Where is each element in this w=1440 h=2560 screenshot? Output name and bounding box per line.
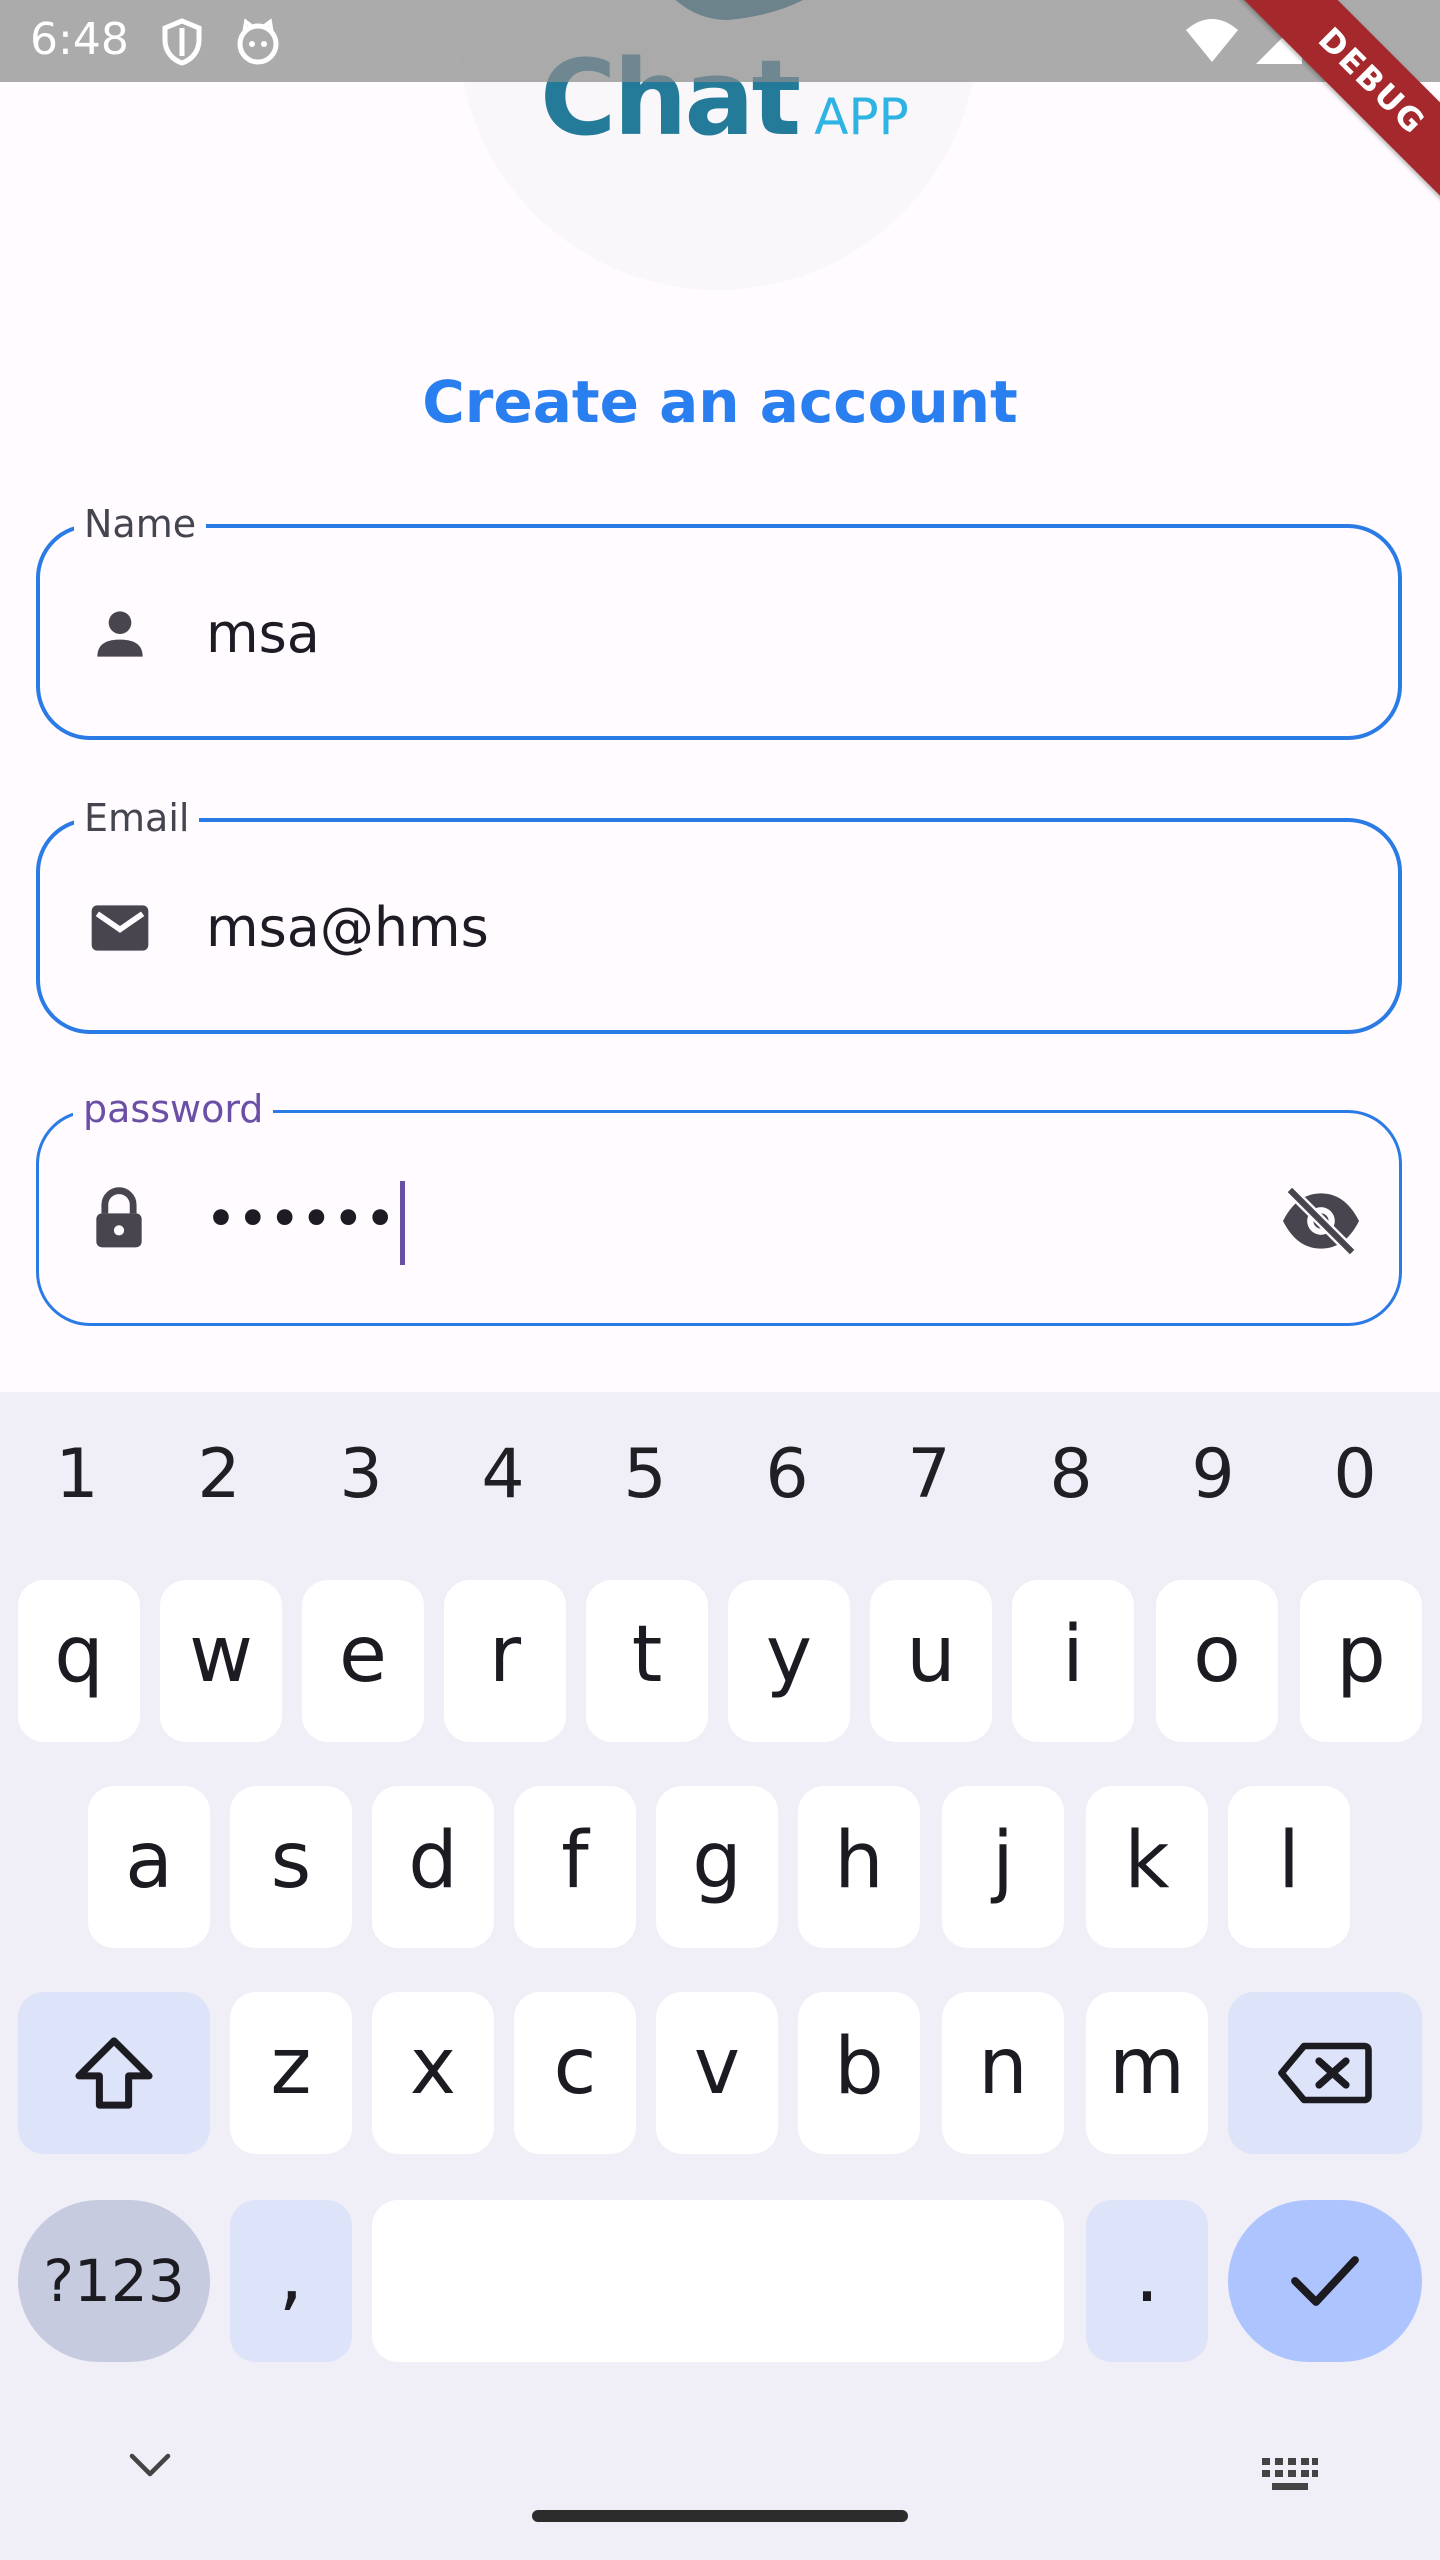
- symbols-key[interactable]: ?123: [18, 2200, 210, 2362]
- key-b[interactable]: b: [798, 1992, 920, 2154]
- key-i[interactable]: i: [1012, 1580, 1134, 1742]
- key-8[interactable]: 8: [1000, 1430, 1142, 1520]
- key-x[interactable]: x: [372, 1992, 494, 2154]
- key-a[interactable]: a: [88, 1786, 210, 1948]
- person-icon: [97, 611, 143, 657]
- key-w[interactable]: w: [160, 1580, 282, 1742]
- key-t[interactable]: t: [586, 1580, 708, 1742]
- key-c[interactable]: c: [514, 1992, 636, 2154]
- name-input[interactable]: msa: [206, 596, 320, 672]
- shield-icon: [162, 18, 202, 66]
- key-p[interactable]: p: [1300, 1580, 1422, 1742]
- name-field[interactable]: Name msa: [36, 498, 1402, 740]
- key-e[interactable]: e: [302, 1580, 424, 1742]
- key-1[interactable]: 1: [6, 1430, 148, 1520]
- shift-icon: [75, 2037, 153, 2109]
- key-7[interactable]: 7: [858, 1430, 1000, 1520]
- email-field[interactable]: Email msa@hms: [36, 792, 1402, 1034]
- cat-icon: [237, 18, 279, 65]
- backspace-key[interactable]: [1228, 1992, 1422, 2154]
- password-field[interactable]: password ••••••: [36, 1083, 1402, 1326]
- key-z[interactable]: z: [230, 1992, 352, 2154]
- key-4[interactable]: 4: [432, 1430, 574, 1520]
- key-v[interactable]: v: [656, 1992, 778, 2154]
- debug-banner: DEBUG: [1221, 0, 1440, 220]
- key-h[interactable]: h: [798, 1786, 920, 1948]
- eye-off-icon[interactable]: [1279, 1183, 1363, 1259]
- key-k[interactable]: k: [1086, 1786, 1208, 1948]
- key-o[interactable]: o: [1156, 1580, 1278, 1742]
- key-9[interactable]: 9: [1142, 1430, 1284, 1520]
- backspace-icon: [1278, 2042, 1372, 2104]
- page-title: Create an account: [422, 368, 1018, 436]
- key-f[interactable]: f: [514, 1786, 636, 1948]
- done-key[interactable]: [1228, 2200, 1422, 2362]
- key-q[interactable]: q: [18, 1580, 140, 1742]
- number-row: 1 2 3 4 5 6 7 8 9 0: [0, 1430, 1440, 1520]
- name-field-label: Name: [74, 498, 207, 550]
- key-g[interactable]: g: [656, 1786, 778, 1948]
- key-m[interactable]: m: [1086, 1992, 1208, 2154]
- lock-icon: [96, 1187, 142, 1248]
- key-d[interactable]: d: [372, 1786, 494, 1948]
- keyboard-icon[interactable]: [1260, 2456, 1320, 2494]
- key-j[interactable]: j: [942, 1786, 1064, 1948]
- space-key[interactable]: [372, 2200, 1064, 2362]
- key-r[interactable]: r: [444, 1580, 566, 1742]
- key-u[interactable]: u: [870, 1580, 992, 1742]
- mail-icon: [91, 905, 149, 951]
- key-3[interactable]: 3: [290, 1430, 432, 1520]
- key-5[interactable]: 5: [574, 1430, 716, 1520]
- soft-keyboard: 1 2 3 4 5 6 7 8 9 0 q w e r t y u i o p …: [0, 1392, 1440, 2560]
- shift-key[interactable]: [18, 1992, 210, 2154]
- key-6[interactable]: 6: [716, 1430, 858, 1520]
- key-n[interactable]: n: [942, 1992, 1064, 2154]
- password-field-label: password: [73, 1083, 274, 1135]
- period-key[interactable]: .: [1086, 2200, 1208, 2362]
- debug-banner-container: DEBUG: [1220, 0, 1440, 220]
- logo-app-text: APP: [814, 88, 909, 146]
- key-0[interactable]: 0: [1284, 1430, 1426, 1520]
- email-field-label: Email: [74, 792, 200, 844]
- key-y[interactable]: y: [728, 1580, 850, 1742]
- email-input[interactable]: msa@hms: [206, 890, 489, 966]
- password-input[interactable]: ••••••: [205, 1181, 406, 1265]
- key-2[interactable]: 2: [148, 1430, 290, 1520]
- status-time: 6:48: [30, 14, 129, 65]
- password-value: ••••••: [205, 1187, 397, 1251]
- key-l[interactable]: l: [1228, 1786, 1350, 1948]
- home-indicator[interactable]: [532, 2510, 908, 2522]
- chevron-down-icon[interactable]: [128, 2452, 172, 2480]
- check-icon: [1291, 2256, 1359, 2306]
- key-s[interactable]: s: [230, 1786, 352, 1948]
- text-caret: [400, 1181, 406, 1265]
- comma-key[interactable]: ,: [230, 2200, 352, 2362]
